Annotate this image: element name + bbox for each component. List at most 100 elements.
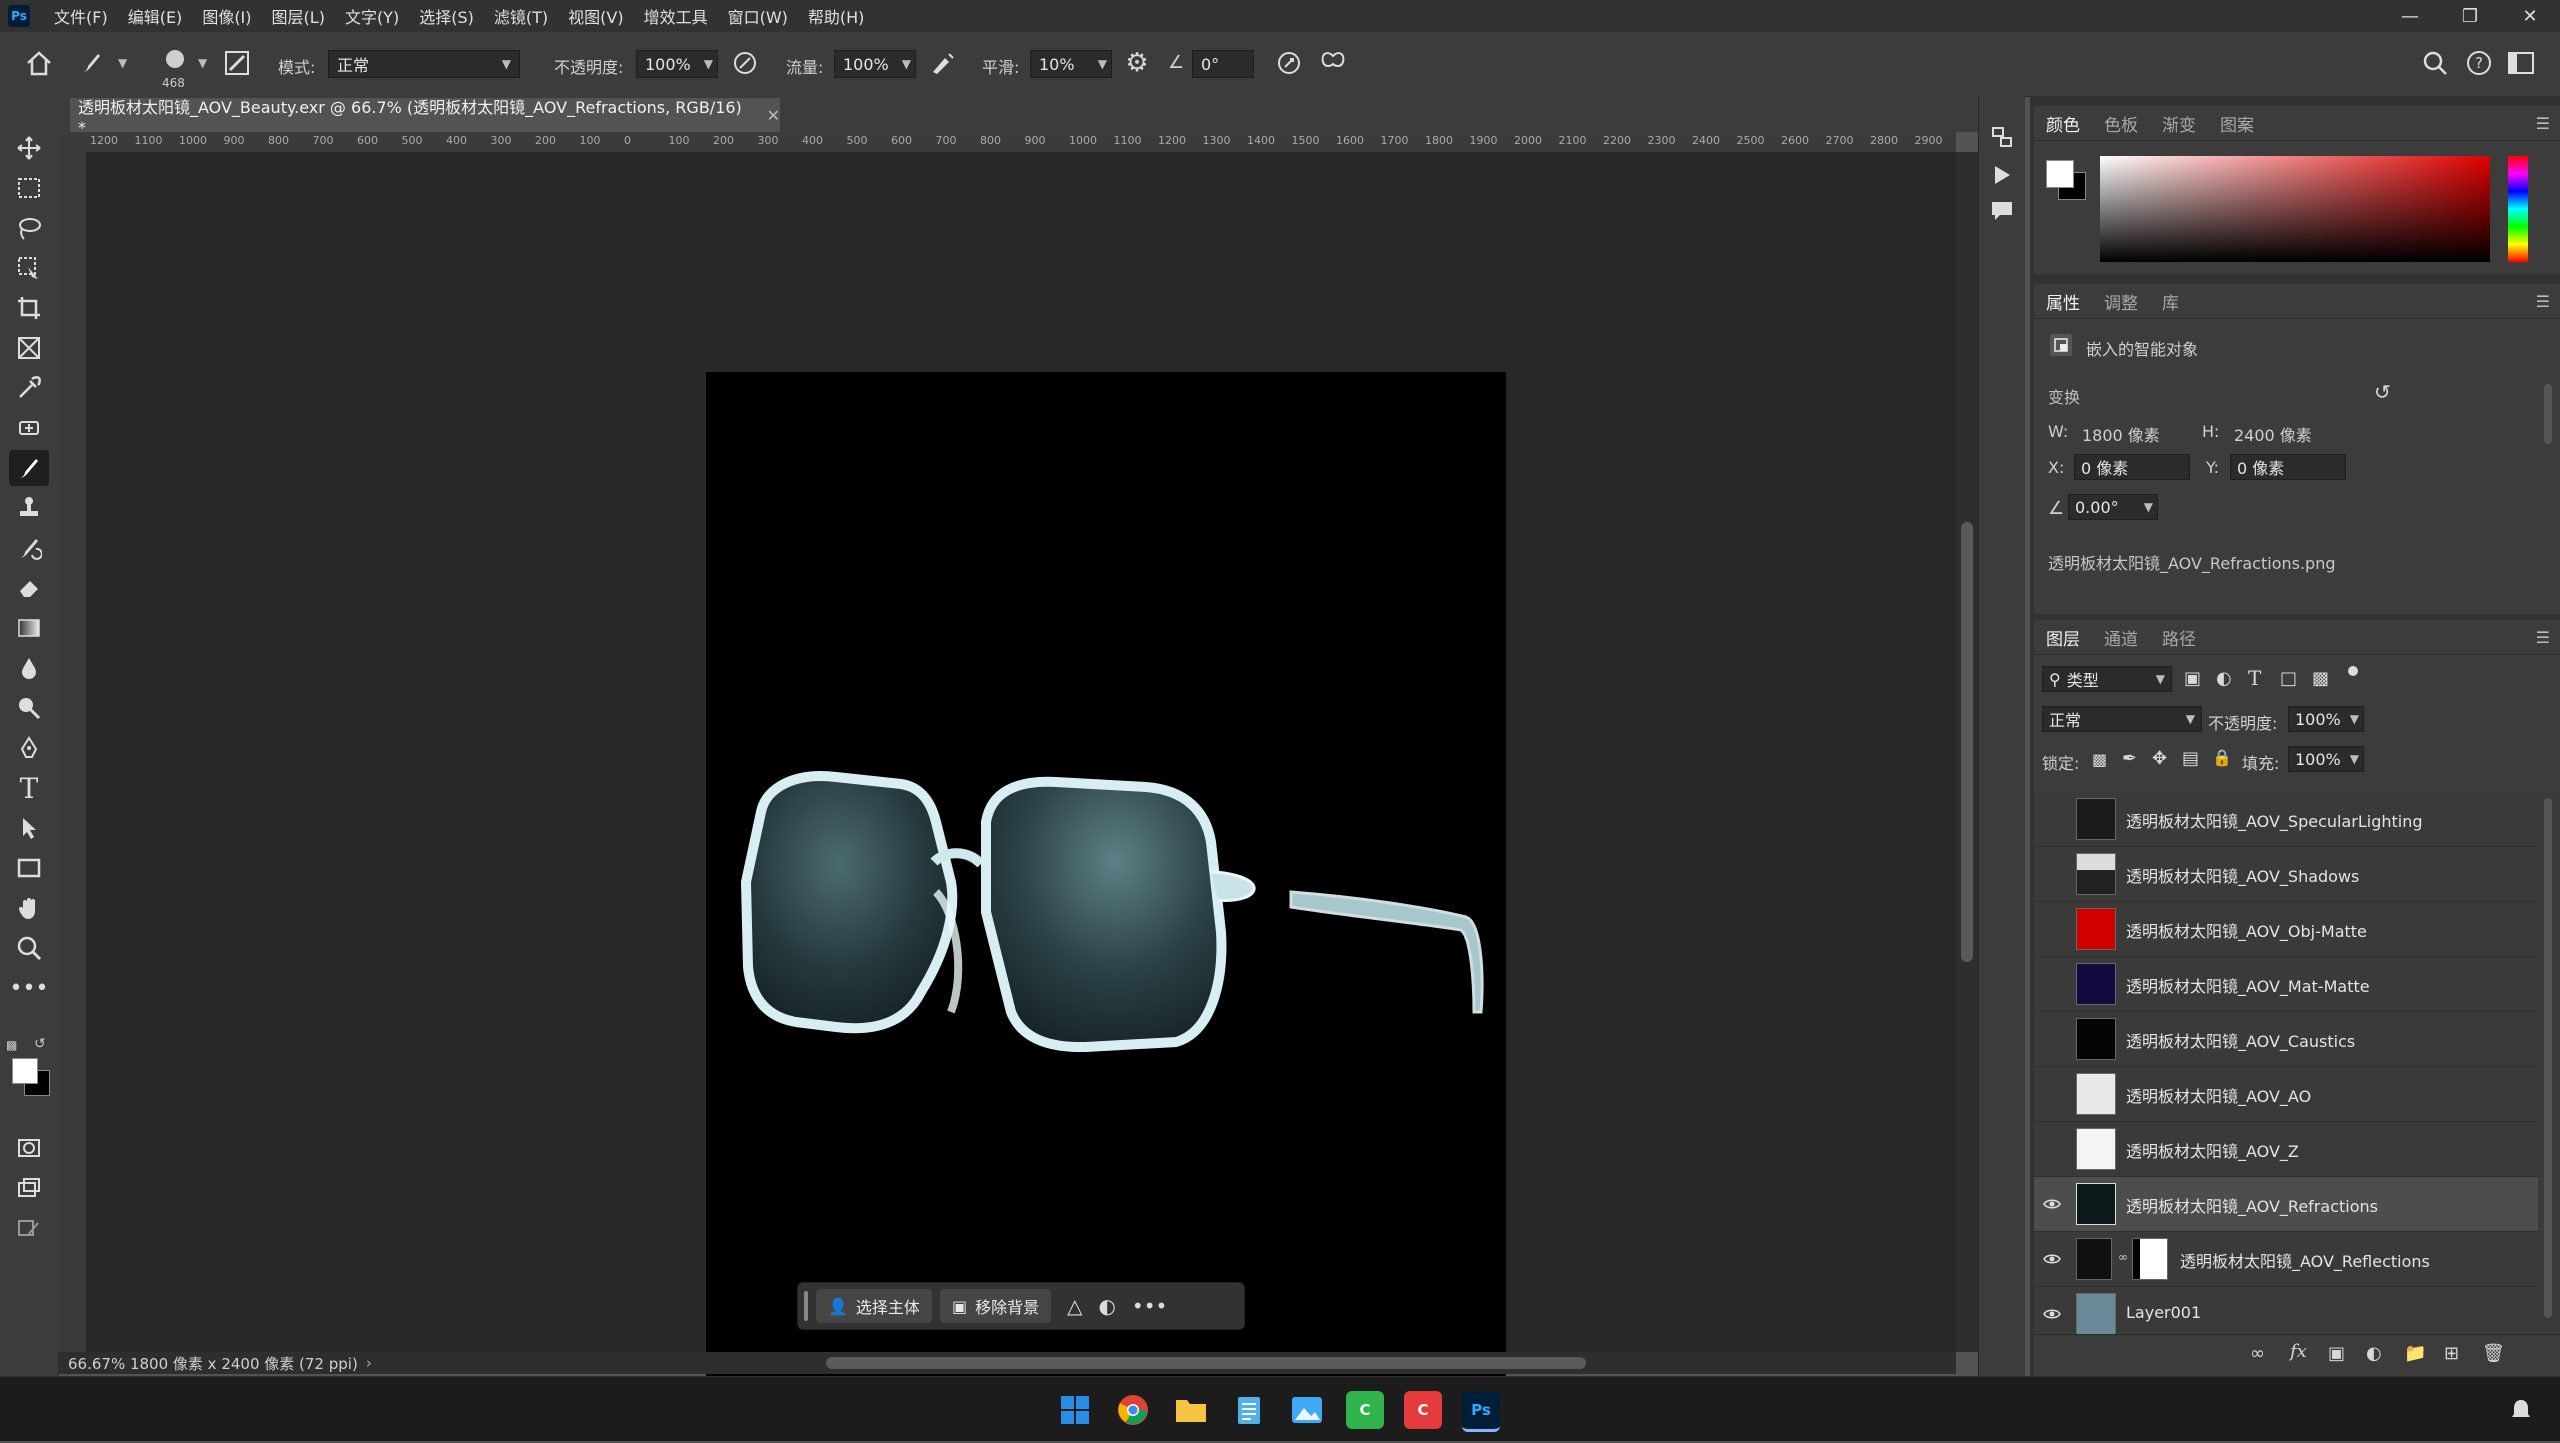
pressure-opacity-icon[interactable] [730, 48, 760, 78]
opacity-input[interactable]: 100% ▼ [636, 50, 718, 78]
tab-layers[interactable]: 图层 [2034, 625, 2092, 650]
dodge-tool-icon[interactable] [9, 690, 49, 726]
foreground-color-swatch[interactable] [12, 1058, 38, 1084]
more-tools-icon[interactable]: ••• [9, 970, 49, 1006]
layer-row[interactable]: 透明板材太阳镜_AOV_Z [2034, 1122, 2538, 1177]
photoshop-taskbar-icon[interactable]: Ps [1462, 1391, 1500, 1432]
move-tool-icon[interactable] [9, 130, 49, 166]
remove-background-button[interactable]: ▣ 移除背景 [939, 1289, 1052, 1323]
tab-libraries[interactable]: 库 [2150, 289, 2191, 314]
layer-mask-thumbnail[interactable] [2132, 1238, 2168, 1280]
history-brush-tool-icon[interactable] [9, 530, 49, 566]
eyedropper-tool-icon[interactable] [9, 370, 49, 406]
new-group-folder-icon[interactable]: 📁 [2404, 1343, 2426, 1364]
layer-row[interactable]: 透明板材太阳镜_AOV_SpecularLighting [2034, 792, 2538, 847]
green-app-icon[interactable]: C [1346, 1391, 1384, 1429]
photos-icon[interactable] [1288, 1391, 1326, 1429]
type-tool-icon[interactable]: T [9, 770, 49, 806]
layer-row[interactable]: 透明板材太阳镜_AOV_Caustics [2034, 1012, 2538, 1067]
adjustment-icon[interactable]: ◐ [1098, 1294, 1115, 1318]
eye-icon-hidden[interactable] [2042, 810, 2062, 828]
eye-icon-hidden[interactable] [2042, 975, 2062, 993]
status-chevron-icon[interactable]: › [366, 1354, 372, 1372]
layer-row[interactable]: 透明板材太阳镜_AOV_Obj-Matte [2034, 902, 2538, 957]
frame-tool-icon[interactable] [9, 330, 49, 366]
menu-select[interactable]: 选择(S) [409, 4, 484, 28]
transform-icon[interactable]: △ [1067, 1294, 1082, 1318]
close-icon[interactable]: ✕ [2500, 0, 2560, 32]
edit-toolbar-icon[interactable] [9, 1210, 49, 1246]
chrome-icon[interactable] [1114, 1391, 1152, 1429]
symmetry-butterfly-icon[interactable] [1318, 48, 1348, 78]
notification-icon[interactable] [2506, 1391, 2536, 1429]
filter-pixel-icon[interactable]: ▣ [2184, 668, 2201, 689]
menu-filter[interactable]: 滤镜(T) [484, 4, 558, 28]
smoothing-input[interactable]: 10% ▼ [1030, 50, 1112, 78]
blur-tool-icon[interactable] [9, 650, 49, 686]
vertical-scrollbar[interactable] [1956, 152, 1978, 1352]
panel-menu-icon[interactable]: ☰ [2536, 292, 2550, 311]
new-layer-icon[interactable]: ⊞ [2444, 1343, 2459, 1364]
color-foreground-swatch[interactable] [2046, 160, 2074, 188]
zoom-tool-icon[interactable] [9, 930, 49, 966]
lock-transparency-icon[interactable]: ▩ [2092, 750, 2107, 769]
tab-adjustments[interactable]: 调整 [2092, 289, 2150, 314]
menu-window[interactable]: 窗口(W) [718, 4, 798, 28]
rotation-angle-input[interactable]: 0.00° ▼ [2068, 494, 2158, 520]
marquee-tool-icon[interactable] [9, 170, 49, 206]
document-canvas[interactable] [706, 372, 1506, 1438]
panel-menu-icon[interactable]: ☰ [2536, 114, 2550, 133]
menu-file[interactable]: 文件(F) [44, 4, 118, 28]
more-options-icon[interactable]: ••• [1132, 1294, 1167, 1318]
default-colors-icon[interactable]: ▩ [6, 1038, 17, 1052]
gear-icon[interactable]: ⚙ [1122, 48, 1152, 78]
quick-mask-icon[interactable] [9, 1130, 49, 1166]
layer-row[interactable]: 透明板材太阳镜_AOV_Mat-Matte [2034, 957, 2538, 1012]
height-value[interactable]: 2400 像素 [2234, 422, 2312, 446]
brush-picker-chevron-icon[interactable]: ▼ [198, 56, 207, 70]
lock-position-icon[interactable]: ✥ [2152, 748, 2167, 769]
object-selection-tool-icon[interactable] [9, 250, 49, 286]
lock-pixels-brush-icon[interactable]: ✒ [2122, 748, 2137, 769]
clone-stamp-tool-icon[interactable] [9, 490, 49, 526]
menu-layer[interactable]: 图层(L) [262, 4, 335, 28]
chevron-down-icon[interactable]: ▼ [118, 56, 127, 70]
menu-edit[interactable]: 编辑(E) [118, 4, 193, 28]
layer-row[interactable]: ∞ 透明板材太阳镜_AOV_Reflections [2034, 1232, 2538, 1287]
path-selection-tool-icon[interactable] [9, 810, 49, 846]
hue-slider[interactable] [2508, 156, 2528, 262]
tab-channels[interactable]: 通道 [2092, 625, 2150, 650]
document-tab[interactable]: 透明板材太阳镜_AOV_Beauty.exr @ 66.7% (透明板材太阳镜_… [70, 96, 780, 137]
filter-type-icon[interactable]: T [2248, 666, 2261, 690]
pressure-size-icon[interactable] [1274, 48, 1304, 78]
mask-link-icon[interactable]: ∞ [2118, 1250, 2128, 1264]
tab-gradients[interactable]: 渐变 [2150, 111, 2208, 136]
menu-help[interactable]: 帮助(H) [798, 4, 875, 28]
layer-row[interactable]: 透明板材太阳镜_AOV_AO [2034, 1067, 2538, 1122]
select-subject-button[interactable]: 👤 选择主体 [816, 1289, 932, 1323]
layer-effects-fx-icon[interactable]: fx [2290, 1341, 2307, 1362]
width-value[interactable]: 1800 像素 [2082, 422, 2160, 446]
reset-transform-icon[interactable]: ↺ [2374, 380, 2391, 404]
tab-swatches[interactable]: 色板 [2092, 111, 2150, 136]
workspace-icon[interactable] [2506, 48, 2536, 78]
color-picker-field[interactable] [2100, 156, 2490, 262]
layers-scroll-thumb[interactable] [2544, 798, 2552, 1318]
brush-preview-icon[interactable] [158, 42, 192, 76]
tab-patterns[interactable]: 图案 [2208, 111, 2266, 136]
vertical-scroll-thumb[interactable] [1961, 522, 1973, 962]
link-layers-icon[interactable]: ∞ [2250, 1343, 2265, 1364]
menu-plugins[interactable]: 增效工具 [634, 4, 718, 28]
flow-input[interactable]: 100% ▼ [834, 50, 916, 78]
y-position-input[interactable]: 0 像素 [2230, 454, 2346, 480]
file-explorer-icon[interactable] [1172, 1391, 1210, 1429]
eye-icon-hidden[interactable] [2042, 1085, 2062, 1103]
pen-tool-icon[interactable] [9, 730, 49, 766]
horizontal-scroll-thumb[interactable] [826, 1357, 1586, 1369]
filter-adjustment-icon[interactable]: ◐ [2216, 668, 2232, 689]
notepad-icon[interactable] [1230, 1391, 1268, 1429]
lock-all-icon[interactable]: 🔒 [2212, 748, 2232, 767]
canvas-area[interactable] [86, 152, 1956, 1438]
brush-tool-icon[interactable] [9, 450, 49, 486]
tab-paths[interactable]: 路径 [2150, 625, 2208, 650]
